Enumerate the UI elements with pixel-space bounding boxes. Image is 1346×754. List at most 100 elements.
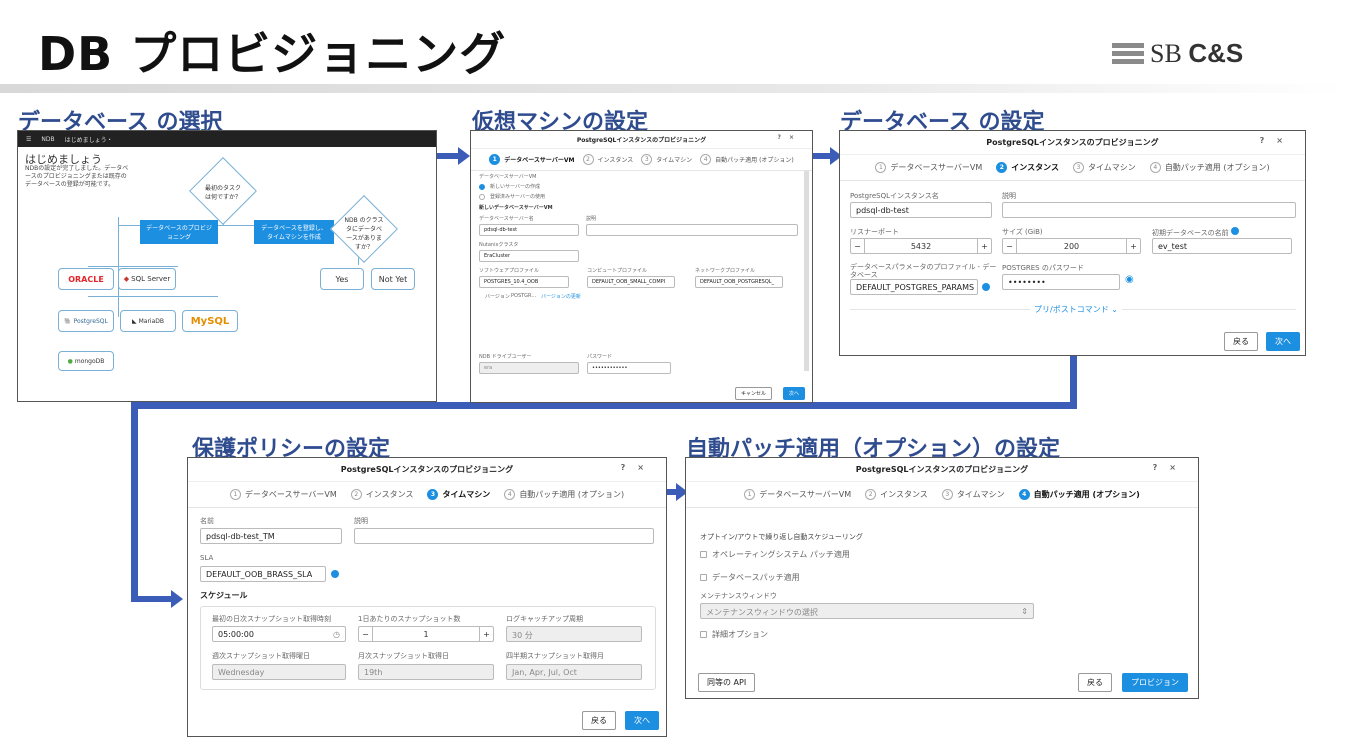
screenshot-db-selection: ☰ NDB はじめましょう・ はじめましょう NDBの設定が完了しました。データ… bbox=[17, 130, 437, 402]
cluster-select[interactable]: EraCluster bbox=[479, 250, 579, 262]
sqlserver-option[interactable]: ◆ SQL Server bbox=[118, 268, 176, 290]
postgres-password-input[interactable]: •••••••• bbox=[1002, 274, 1120, 290]
radio-existing-server[interactable]: 登録済みサーバーの使用 bbox=[479, 193, 545, 200]
server-name-input[interactable]: pdsql-db-test bbox=[479, 224, 579, 236]
logo-mark bbox=[1112, 40, 1144, 67]
step-2[interactable]: 2 インスタンス bbox=[996, 162, 1059, 173]
info-icon bbox=[982, 283, 990, 291]
title-underline bbox=[0, 84, 1346, 93]
step-2[interactable]: 2 インスタンス bbox=[350, 489, 413, 500]
step-2[interactable]: 2 インスタンス bbox=[582, 154, 633, 165]
question-cluster-db-text: NDB のクラスタにデータベースがありますか？ bbox=[344, 217, 384, 251]
screenshot-vm-settings: PostgreSQLインスタンスのプロビジョニング ?× 1 データベースサーバーV… bbox=[470, 130, 813, 403]
quarterly-snapshot-select[interactable]: Jan, Apr, Jul, Oct bbox=[506, 664, 642, 680]
maintenance-window-label: メンテナンスウィンドウ bbox=[700, 592, 777, 600]
listener-port-label: リスナーポート bbox=[850, 228, 899, 236]
step-1[interactable]: 1 データベースサーバーVM bbox=[875, 162, 982, 173]
detail-options-checkbox[interactable]: 詳細オプション bbox=[700, 629, 768, 640]
sqlserver-icon: ◆ bbox=[123, 275, 130, 283]
param-profile-select[interactable]: DEFAULT_POSTGRES_PARAMS bbox=[850, 279, 978, 295]
snapshots-per-day-stepper[interactable]: −1 + bbox=[358, 626, 494, 642]
decrement-button: − bbox=[851, 239, 865, 253]
log-catchup-select[interactable]: 30 分 bbox=[506, 626, 642, 642]
arrow-3-to-4 bbox=[131, 590, 183, 608]
dialog-controls[interactable]: ?× bbox=[621, 463, 656, 472]
step-3[interactable]: 3 タイムマシン bbox=[1072, 162, 1136, 173]
back-button[interactable]: 戻る bbox=[582, 711, 616, 730]
dialog-controls[interactable]: ?× bbox=[1153, 463, 1188, 472]
new-server-heading: 新しいデータベースサーバーVM bbox=[479, 205, 553, 211]
dialog-title: PostgreSQLインスタンスのプロビジョニング ?× bbox=[840, 131, 1305, 155]
compute-profile-select[interactable]: DEFAULT_OOB_SMALL_COMPI bbox=[587, 276, 675, 288]
description-input[interactable] bbox=[354, 528, 654, 544]
oracle-option[interactable]: ORACLE bbox=[58, 268, 114, 290]
step-4[interactable]: 4 自動パッチ適用 (オプション) bbox=[700, 154, 794, 165]
init-db-name-input[interactable]: ev_test bbox=[1152, 238, 1292, 254]
step-3[interactable]: 3 タイムマシン bbox=[427, 489, 490, 500]
mysql-option[interactable]: MySQL bbox=[182, 310, 238, 332]
pre-post-command-toggle[interactable]: プリ/ポストコマンド ⌄ bbox=[1030, 304, 1122, 315]
step-4[interactable]: 4 自動パッチ適用 (オプション) bbox=[1149, 162, 1270, 173]
next-button[interactable]: 次へ bbox=[783, 387, 806, 400]
register-db-tag[interactable]: データベースを登録し、タイムマシンを作成 bbox=[254, 220, 334, 244]
step-4[interactable]: 4 自動パッチ適用 (オプション) bbox=[1018, 489, 1140, 500]
not-yet-button[interactable]: Not Yet bbox=[371, 268, 415, 290]
info-icon bbox=[331, 570, 339, 578]
schedule-heading: スケジュール bbox=[200, 591, 248, 600]
sw-profile-select[interactable]: POSTGRES_10.4_OOB bbox=[479, 276, 569, 288]
mongodb-option[interactable]: ● mongoDB bbox=[58, 351, 114, 371]
scrollbar[interactable] bbox=[804, 171, 809, 371]
dialog-controls[interactable]: ?× bbox=[1260, 136, 1295, 145]
equivalent-api-button[interactable]: 同等の API bbox=[698, 673, 756, 692]
radio-new-server[interactable]: 新しいサーバーの作成 bbox=[479, 183, 540, 190]
next-button[interactable]: 次へ bbox=[1266, 332, 1300, 351]
step-1[interactable]: 1 データベースサーバーVM bbox=[744, 489, 851, 500]
step-1[interactable]: 1 データベースサーバーVM bbox=[489, 154, 575, 165]
eye-icon[interactable]: ◉ bbox=[1125, 274, 1134, 285]
slide-title: DB プロビジョニング bbox=[38, 27, 507, 81]
provision-button[interactable]: プロビジョン bbox=[1122, 673, 1188, 692]
description-input[interactable] bbox=[1002, 202, 1296, 218]
back-button[interactable]: 戻る bbox=[1224, 332, 1258, 351]
step-2[interactable]: 2 インスタンス bbox=[865, 489, 928, 500]
step-3[interactable]: 3 タイムマシン bbox=[641, 154, 692, 165]
monthly-snapshot-label: 月次スナップショット取得日 bbox=[358, 652, 449, 660]
first-snapshot-input[interactable]: 05:00:00 ◷ bbox=[212, 626, 346, 642]
back-button[interactable]: 戻る bbox=[1078, 673, 1112, 692]
postgres-option[interactable]: 🐘 PostgreSQL bbox=[58, 310, 114, 332]
sla-select[interactable]: DEFAULT_OOB_BRASS_SLA bbox=[200, 566, 326, 582]
os-patch-checkbox[interactable]: オペレーティングシステム パッチ適用 bbox=[700, 549, 850, 560]
version-update-link[interactable]: バージョンの更新 bbox=[541, 293, 581, 300]
step-4[interactable]: 4 自動パッチ適用 (オプション) bbox=[504, 489, 624, 500]
dialog-controls[interactable]: ?× bbox=[777, 134, 802, 141]
sw-profile-label: ソフトウェアプロファイル bbox=[479, 268, 540, 274]
wizard-steps: 1 データベースサーバーVM 2 インスタンス 3 タイムマシン 4 自動パッチ適用 (… bbox=[188, 482, 666, 508]
step-1[interactable]: 1 データベースサーバーVM bbox=[229, 489, 337, 500]
step-3[interactable]: 3 タイムマシン bbox=[941, 489, 1005, 500]
dialog-title: PostgreSQLインスタンスのプロビジョニング ?× bbox=[471, 131, 812, 149]
instance-name-label: PostgreSQLインスタンス名 bbox=[850, 192, 939, 200]
maintenance-window-select[interactable]: メンテナンスウィンドウの選択 ⇕ bbox=[700, 603, 1034, 619]
network-profile-select[interactable]: DEFAULT_OOB_POSTGRESQL_ bbox=[695, 276, 783, 288]
listener-port-stepper[interactable]: −5432 + bbox=[850, 238, 992, 254]
next-button[interactable]: 次へ bbox=[625, 711, 659, 730]
size-stepper[interactable]: −200 + bbox=[1002, 238, 1141, 254]
cancel-button[interactable]: キャンセル bbox=[735, 387, 773, 400]
provision-db-tag[interactable]: データベースのプロビジョニング bbox=[140, 220, 218, 244]
topbar-tab[interactable]: はじめましょう・ bbox=[65, 135, 113, 144]
weekly-snapshot-select[interactable]: Wednesday bbox=[212, 664, 346, 680]
name-label: 名前 bbox=[200, 517, 214, 525]
db-patch-checkbox[interactable]: データベースパッチ適用 bbox=[700, 572, 800, 583]
chevron-down-icon: ⇕ bbox=[1021, 607, 1028, 616]
password-input[interactable]: •••••••••••• bbox=[587, 362, 671, 374]
drive-user-label: NDB ドライブユーザー bbox=[479, 354, 532, 360]
connector-vertical-left bbox=[131, 402, 138, 602]
name-input[interactable]: pdsql-db-test_TM bbox=[200, 528, 342, 544]
mariadb-option[interactable]: ◣ MariaDB bbox=[120, 310, 176, 332]
yes-button[interactable]: Yes bbox=[320, 268, 364, 290]
instance-name-input[interactable]: pdsql-db-test bbox=[850, 202, 992, 218]
server-desc-input[interactable] bbox=[586, 224, 798, 236]
version-label: バージョン bbox=[485, 294, 510, 300]
menu-icon[interactable]: ☰ bbox=[26, 136, 31, 143]
monthly-snapshot-select[interactable]: 19th bbox=[358, 664, 494, 680]
